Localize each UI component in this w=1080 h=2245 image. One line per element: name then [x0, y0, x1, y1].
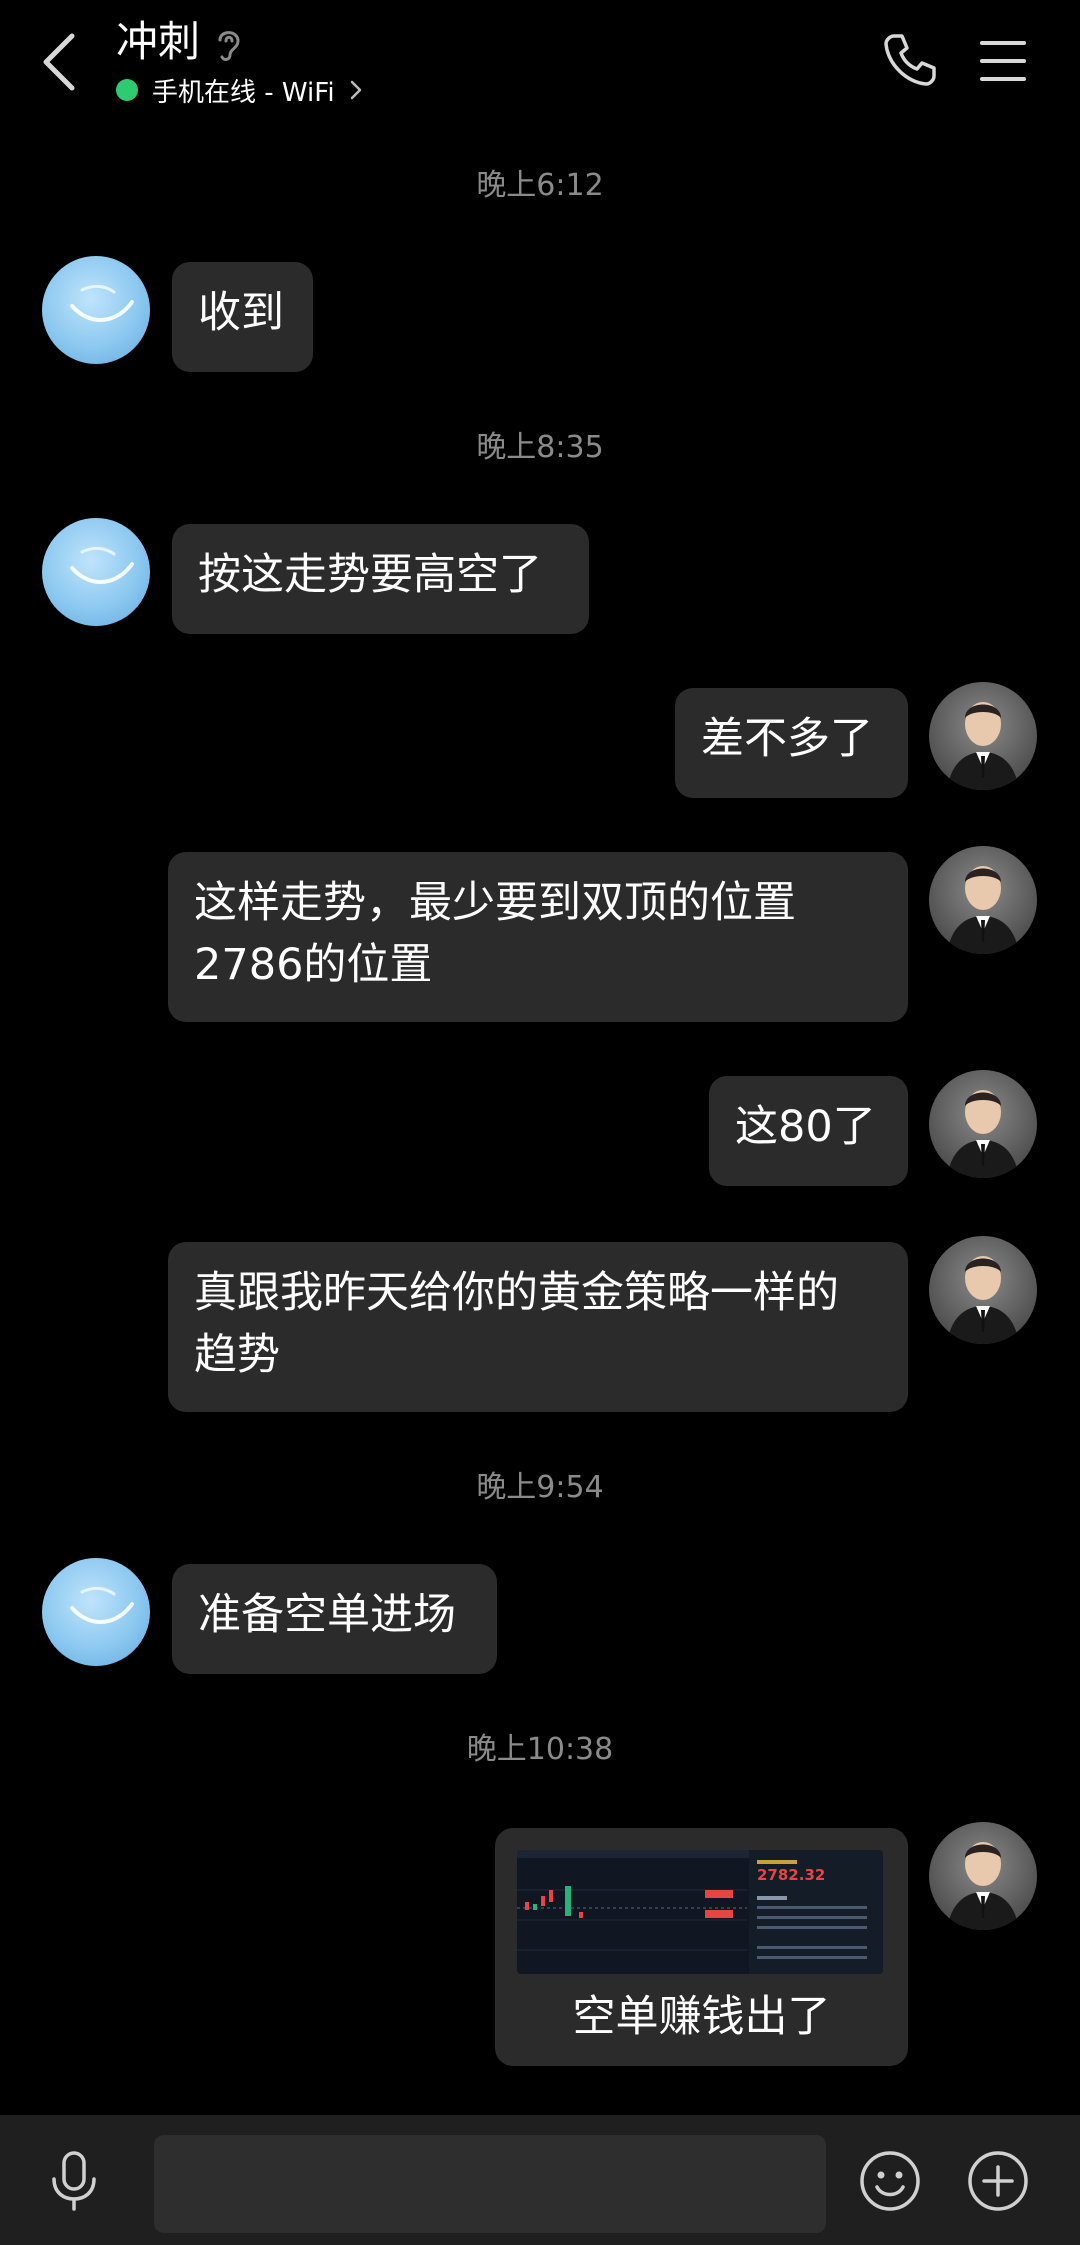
message-text: 收到 [198, 288, 284, 338]
message-text: 差不多了 [701, 714, 873, 764]
message-text-line: 2786的位置 [194, 940, 433, 990]
chevron-right-icon [350, 80, 361, 100]
message-bubble[interactable]: 按这走势要高空了 [172, 524, 589, 634]
menu-icon[interactable] [978, 38, 1028, 84]
sky-avatar-art [70, 284, 134, 322]
message-text: 这80了 [735, 1102, 876, 1152]
timestamp: 晚上10:38 [466, 1732, 614, 1767]
message-bubble[interactable]: 这样走势，最少要到双顶的位置 2786的位置 [168, 852, 908, 1022]
ear-icon [218, 31, 240, 61]
contact-avatar[interactable] [42, 518, 150, 626]
my-avatar[interactable] [929, 1236, 1037, 1344]
chart-thumbnail-price: 2782.32 [757, 1866, 826, 1884]
message-bubble[interactable]: 这80了 [709, 1076, 908, 1186]
message-text: 按这走势要高空了 [198, 550, 542, 600]
chart-thumbnail-art [517, 1850, 883, 1974]
person-avatar-art [947, 1842, 1019, 1930]
person-avatar-art [947, 1256, 1019, 1344]
my-avatar[interactable] [929, 1822, 1037, 1930]
timestamp: 晚上8:35 [476, 430, 604, 465]
my-avatar[interactable] [929, 1070, 1037, 1178]
online-status-text: 手机在线 - WiFi [152, 77, 335, 108]
sky-avatar-art [70, 1586, 134, 1624]
person-avatar-art [947, 866, 1019, 954]
plus-icon[interactable] [966, 2149, 1030, 2213]
timestamp: 晚上6:12 [476, 168, 604, 203]
sky-avatar-art [70, 546, 134, 584]
message-bubble[interactable]: 收到 [172, 262, 313, 372]
emoji-icon[interactable] [858, 2149, 922, 2213]
message-bubble[interactable]: 准备空单进场 [172, 1564, 497, 1674]
phone-icon[interactable] [880, 30, 940, 90]
contact-avatar[interactable] [42, 1558, 150, 1666]
online-status[interactable]: 手机在线 - WiFi [116, 70, 363, 110]
chart-screenshot-thumbnail[interactable]: 2782.32 [517, 1850, 883, 1974]
message-bubble[interactable]: 差不多了 [675, 688, 908, 798]
online-dot [116, 79, 138, 101]
message-text-line: 趋势 [194, 1330, 280, 1380]
person-avatar-art [947, 1090, 1019, 1178]
chat-header: 冲刺 手机在线 - WiFi [0, 0, 1080, 130]
person-avatar-art [947, 702, 1019, 790]
input-bar [0, 2115, 1080, 2245]
contact-avatar[interactable] [42, 256, 150, 364]
microphone-icon[interactable] [46, 2149, 102, 2213]
image-caption: 空单赚钱出了 [572, 1992, 831, 2042]
back-arrow-icon[interactable] [30, 22, 90, 102]
my-avatar[interactable] [929, 682, 1037, 790]
contact-name[interactable]: 冲刺 [116, 12, 200, 72]
message-text-line: 真跟我昨天给你的黄金策略一样的 [194, 1268, 839, 1318]
my-avatar[interactable] [929, 846, 1037, 954]
message-bubble[interactable]: 真跟我昨天给你的黄金策略一样的 趋势 [168, 1242, 908, 1412]
image-message-bubble[interactable]: 2782.32 空单赚钱出了 [495, 1828, 908, 2066]
message-text-line: 这样走势，最少要到双顶的位置 [194, 878, 796, 928]
message-input[interactable] [154, 2135, 826, 2233]
message-text: 准备空单进场 [198, 1590, 456, 1640]
timestamp: 晚上9:54 [476, 1470, 604, 1505]
